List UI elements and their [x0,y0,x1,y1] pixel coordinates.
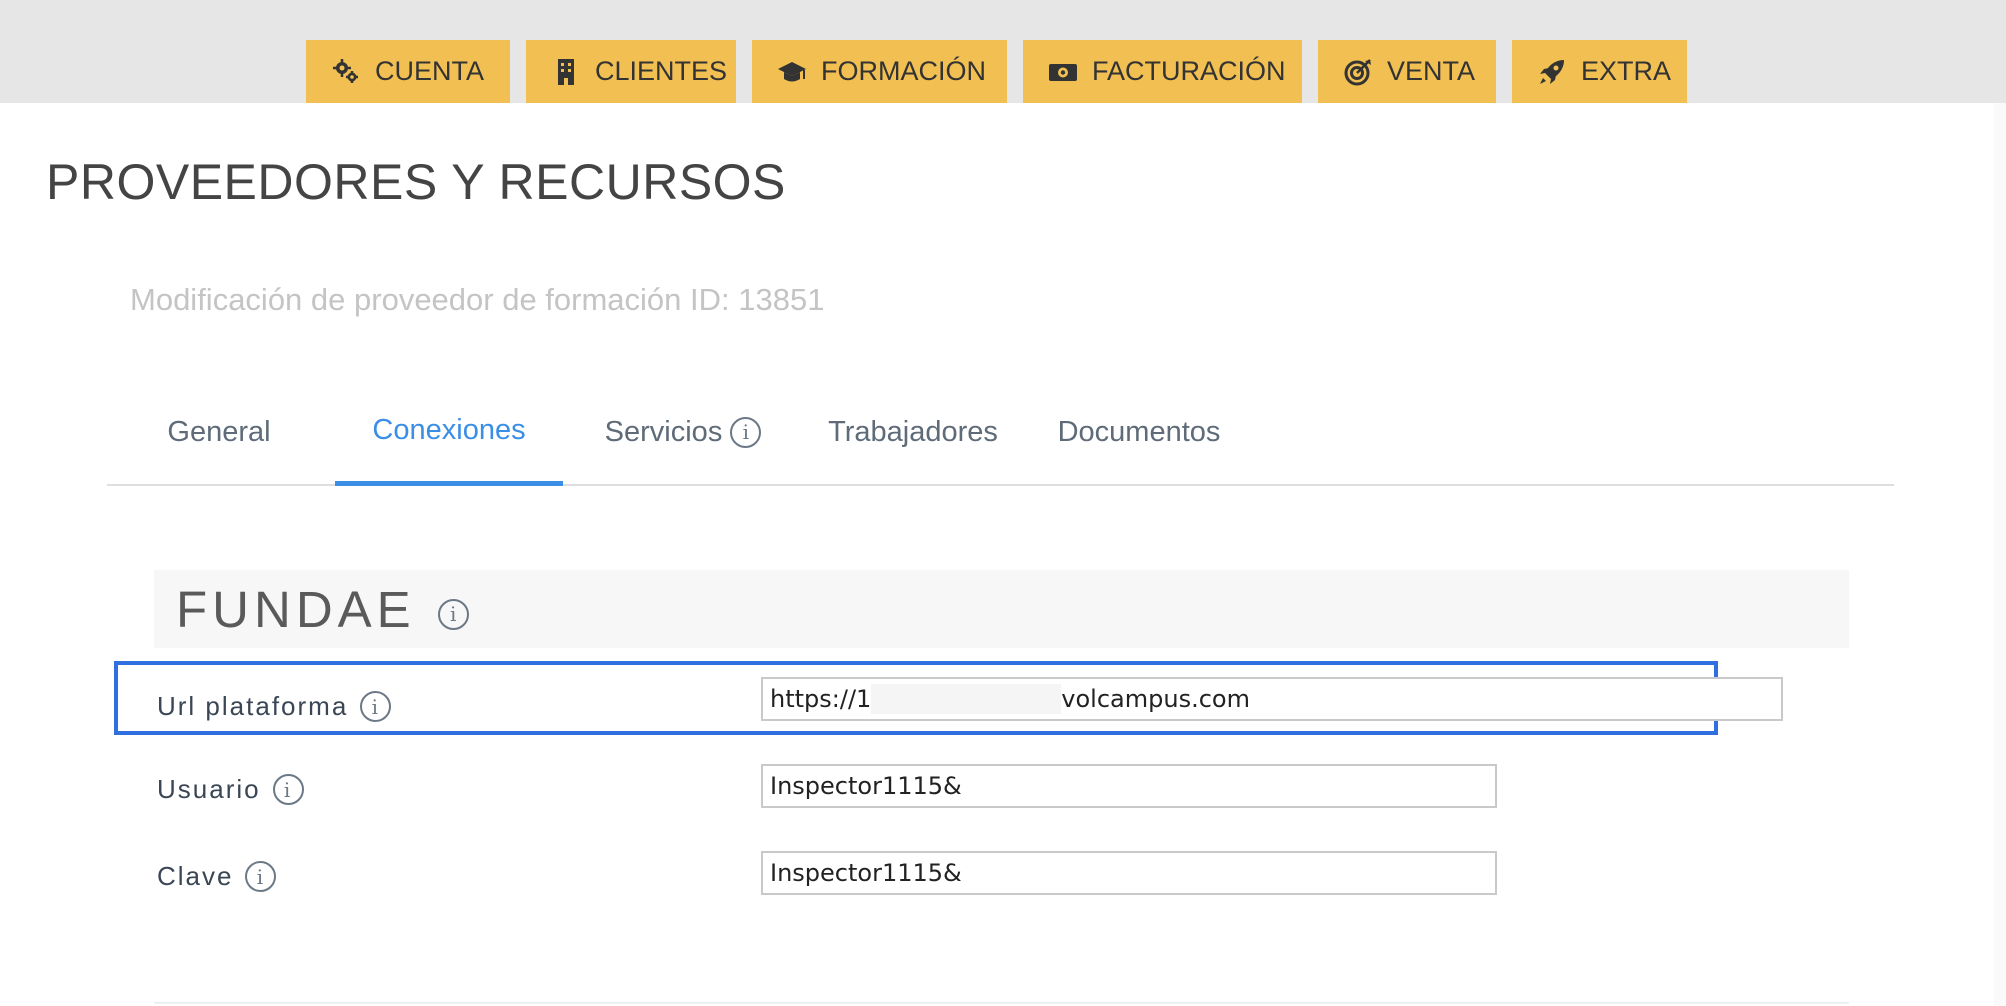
tab-trabajadores[interactable]: Trabajadores [808,380,1018,484]
tab-documentos-label: Documentos [1057,415,1221,448]
servicios-info-icon[interactable]: i [730,416,762,448]
money-bill-icon [1048,57,1078,87]
tab-conexiones[interactable]: Conexiones [335,380,563,486]
url-plataforma-row-highlight: Url plataforma i https://1 volcampus.com [114,661,1783,735]
tab-trabajadores-label: Trabajadores [828,415,998,448]
usuario-label-group: Usuario i [157,774,304,805]
url-value-suffix: volcampus.com [1061,685,1250,713]
nav-facturacion-label: FACTURACIÓN [1092,56,1286,86]
nav-formacion-button[interactable]: FORMACIÓN [752,40,1007,103]
nav-facturacion-button[interactable]: FACTURACIÓN [1023,40,1302,103]
url-plataforma-info-icon[interactable]: i [360,691,392,722]
section-title: FUNDAE [176,580,416,638]
clave-input[interactable]: Inspector1115& [761,851,1497,895]
usuario-label: Usuario [157,774,261,804]
tab-servicios[interactable]: Servicios i [593,380,773,484]
clave-info-icon[interactable]: i [245,861,277,892]
url-plataforma-label-group: Url plataforma i [157,691,392,722]
building-icon [551,57,581,87]
clave-label: Clave [157,861,234,891]
tab-bar: General Conexiones Servicios i Trabajado… [107,380,1894,486]
url-plataforma-input[interactable]: https://1 volcampus.com [761,677,1783,721]
bullseye-icon [1343,57,1373,87]
nav-cuenta-label: CUENTA [375,56,485,86]
section-divider [154,1002,1849,1004]
clave-row: Clave i Inspector1115& [114,835,1718,909]
main-nav: CUENTA CLIENTES FORMACIÓN FACTURACIÓN VE… [306,40,1687,103]
gears-icon [331,57,361,87]
right-gutter [1994,103,2006,1006]
graduation-cap-icon [777,57,807,87]
nav-venta-button[interactable]: VENTA [1318,40,1496,103]
nav-venta-label: VENTA [1387,56,1476,86]
fundae-section-header: FUNDAE i [154,570,1849,648]
nav-cuenta-button[interactable]: CUENTA [306,40,510,103]
fundae-info-icon[interactable]: i [437,598,469,630]
url-value-prefix: https://1 [770,685,872,713]
tab-general-label: General [167,415,271,448]
clave-value: Inspector1115& [770,859,962,887]
nav-clientes-button[interactable]: CLIENTES [526,40,736,103]
nav-extra-label: EXTRA [1581,56,1672,86]
rocket-icon [1537,57,1567,87]
usuario-row: Usuario i Inspector1115& [114,748,1718,822]
tab-general[interactable]: General [146,380,292,484]
nav-clientes-label: CLIENTES [595,56,728,86]
url-plataforma-label: Url plataforma [157,691,349,721]
tab-conexiones-label: Conexiones [372,414,526,446]
tab-documentos[interactable]: Documentos [1044,380,1234,484]
top-navigation-bar: CUENTA CLIENTES FORMACIÓN FACTURACIÓN VE… [0,0,2006,103]
nav-formacion-label: FORMACIÓN [821,56,986,86]
usuario-info-icon[interactable]: i [272,774,304,805]
clave-label-group: Clave i [157,861,277,892]
page-subtitle: Modificación de proveedor de formación I… [130,282,825,317]
nav-extra-button[interactable]: EXTRA [1512,40,1687,103]
redacted-region [871,684,1062,714]
tab-servicios-label: Servicios [604,415,723,448]
usuario-input[interactable]: Inspector1115& [761,764,1497,808]
page-title: PROVEEDORES Y RECURSOS [46,154,786,210]
usuario-value: Inspector1115& [770,772,962,800]
